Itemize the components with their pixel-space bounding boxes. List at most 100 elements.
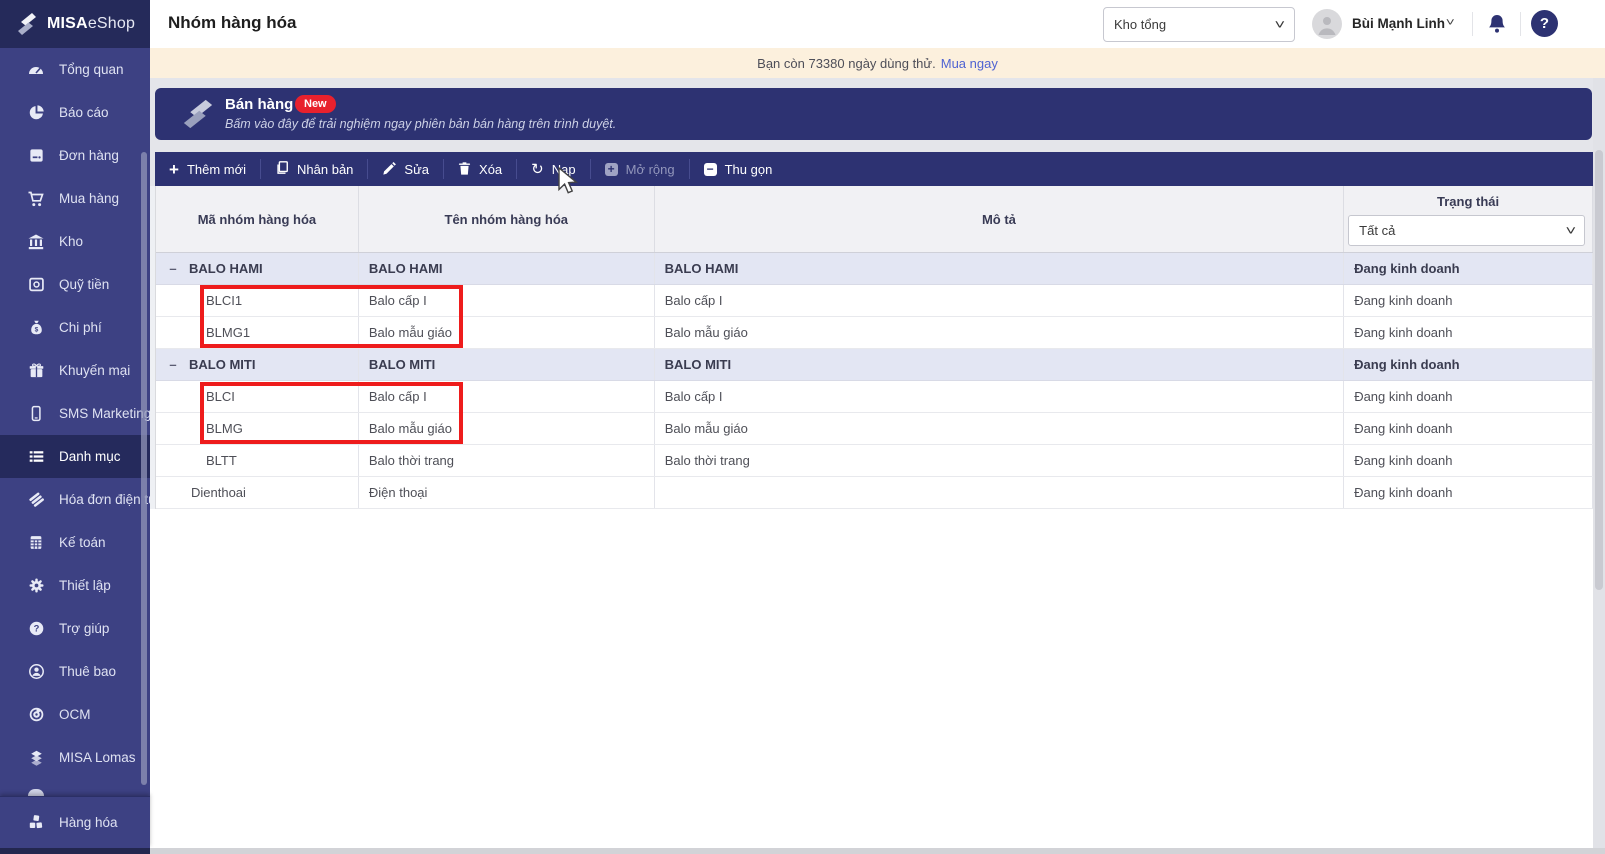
table-row[interactable]: Dienthoai Điện thoại Đang kinh doanh <box>156 477 1593 509</box>
collapse-icon[interactable]: – <box>167 357 179 372</box>
banner-title: Bán hàng <box>225 96 294 113</box>
svg-text:?: ? <box>33 624 39 635</box>
sidebar-item-thiet-lap[interactable]: Thiết lập <box>0 564 150 607</box>
trial-text: Bạn còn 73380 ngày dùng thử. <box>757 55 936 71</box>
lomas-layers-icon <box>26 749 46 767</box>
edit-button[interactable]: Sửa <box>368 152 443 186</box>
sidebar-scrollbar[interactable] <box>141 152 147 785</box>
brand-logo[interactable]: MISAeShop <box>0 0 150 48</box>
sidebar-item-sms-marketing[interactable]: SMS Marketing <box>0 392 151 435</box>
toolbar: + Thêm mới Nhân bản Sửa Xóa ↻ Nạp + Mở r… <box>155 152 1595 186</box>
table-row[interactable]: BLMG1 Balo mẫu giáo Balo mẫu giáo Đang k… <box>156 317 1594 349</box>
warehouse-select[interactable]: Kho tổng ˅ <box>1103 7 1295 42</box>
page-scrollbar-thumb[interactable] <box>1595 150 1603 590</box>
plus-square-icon: + <box>604 162 618 176</box>
column-header-code[interactable]: Mã nhóm hàng hóa <box>156 186 359 252</box>
table-row[interactable]: BLTT Balo thời trang Balo thời trang Đan… <box>156 445 1594 477</box>
minus-square-icon: − <box>703 162 717 176</box>
help-button[interactable]: ? <box>1531 10 1558 37</box>
new-badge: New <box>295 95 336 113</box>
table-row[interactable]: BLMG Balo mẫu giáo Balo mẫu giáo Đang ki… <box>156 413 1594 445</box>
table-row[interactable]: BLCI1 Balo cấp I Balo cấp I Đang kinh do… <box>156 285 1594 317</box>
sidebar-item-don-hang[interactable]: Đơn hàng <box>0 134 150 177</box>
brand-text-light: eShop <box>87 15 136 32</box>
delete-button[interactable]: Xóa <box>444 152 516 186</box>
column-header-name[interactable]: Tên nhóm hàng hóa <box>359 186 655 252</box>
status-filter-select[interactable]: Tất cả ˅ <box>1348 215 1586 246</box>
status-cell: Đang kinh doanh <box>1344 253 1593 284</box>
table-row[interactable]: – BALO MITI BALO MITI BALO MITI Đang kinh… <box>156 349 1593 381</box>
chevron-down-icon: ˅ <box>1274 17 1286 32</box>
page-title: Nhóm hàng hóa <box>168 13 297 32</box>
sidebar-item-bao-cao[interactable]: Báo cáo <box>0 91 150 134</box>
promotion-gift-icon <box>26 362 46 380</box>
collapse-all-button[interactable]: − Thu gọn <box>690 152 787 186</box>
sidebar-item-danh-muc[interactable]: Danh mục <box>0 435 150 478</box>
duplicate-icon <box>275 160 289 178</box>
ocm-swirl-icon <box>26 706 46 724</box>
header-divider <box>1520 12 1521 36</box>
reload-button[interactable]: ↻ Nạp <box>517 152 589 186</box>
collapse-icon[interactable]: – <box>167 261 179 276</box>
table-row[interactable]: BLCI Balo cấp I Balo cấp I Đang kinh doa… <box>156 381 1594 413</box>
help-icon: ? <box>26 620 46 638</box>
sidebar-item-ke-toan[interactable]: Kế toán <box>0 521 150 564</box>
product-group-table: Mã nhóm hàng hóa Tên nhóm hàng hóa Mô tả… <box>155 186 1594 509</box>
dashboard-icon <box>26 61 46 79</box>
sidebar-item-khuyen-mai[interactable]: Khuyến mại <box>0 349 150 392</box>
sidebar-item-kho[interactable]: Kho <box>0 220 150 263</box>
banner-subtitle: Bấm vào đây để trải nghiệm ngay phiên bả… <box>225 117 617 131</box>
status-cell: Đang kinh doanh <box>1344 285 1594 316</box>
partial-scrolled-icon <box>28 789 44 796</box>
avatar[interactable] <box>1312 9 1342 39</box>
column-header-description[interactable]: Mô tả <box>655 186 1345 252</box>
user-name: Bùi Mạnh Linh <box>1352 16 1445 31</box>
table-header: Mã nhóm hàng hóa Tên nhóm hàng hóa Mô tả… <box>156 186 1593 253</box>
misa-banner-logo-icon <box>181 96 215 137</box>
bottom-edge-sidebar <box>0 848 150 854</box>
refresh-icon: ↻ <box>531 160 544 178</box>
settings-gear-icon <box>26 577 46 595</box>
sidebar-item-ocm[interactable]: OCM <box>0 693 150 736</box>
misa-logo-icon <box>18 13 36 35</box>
sidebar-item-misa-lomas[interactable]: MISA Lomas <box>0 736 150 779</box>
sidebar-item-thue-bao[interactable]: Thuê bao <box>0 650 150 693</box>
sidebar-item-mua-hang[interactable]: Mua hàng <box>0 177 150 220</box>
status-cell: Đang kinh doanh <box>1344 317 1594 348</box>
warehouse-select-value: Kho tổng <box>1114 17 1167 32</box>
sidebar-item-hang-hoa[interactable]: Hàng hóa <box>0 797 150 847</box>
status-cell: Đang kinh doanh <box>1344 477 1593 508</box>
accounting-calculator-icon <box>26 534 46 552</box>
expand-all-button[interactable]: + Mở rộng <box>591 152 689 186</box>
user-menu-chevron-icon[interactable]: ˅ <box>1446 17 1455 29</box>
duplicate-button[interactable]: Nhân bản <box>261 152 367 186</box>
brand-text-bold: MISA <box>47 15 88 32</box>
trash-icon <box>458 161 471 178</box>
sidebar-item-tong-quan[interactable]: Tổng quan <box>0 48 150 91</box>
sidebar-item-tro-giup[interactable]: ? Trợ giúp <box>0 607 150 650</box>
chevron-down-icon: ˅ <box>1565 223 1576 238</box>
status-cell: Đang kinh doanh <box>1344 381 1594 412</box>
einvoice-icon <box>26 491 46 509</box>
trial-notice-bar: Bạn còn 73380 ngày dùng thử. Mua ngay <box>150 48 1605 78</box>
status-cell: Đang kinh doanh <box>1344 413 1594 444</box>
svg-text:$: $ <box>34 326 38 333</box>
pencil-icon <box>382 161 397 178</box>
purchase-cart-icon <box>26 190 46 208</box>
sidebar-item-hoa-don-dien-tu[interactable]: Hóa đơn điện tử <box>0 478 157 521</box>
add-button[interactable]: + Thêm mới <box>155 152 260 186</box>
sms-phone-icon <box>26 405 46 423</box>
sales-banner[interactable]: Bán hàng New Bấm vào đây để trải nghiệm … <box>155 88 1592 140</box>
sidebar-item-quy-tien[interactable]: Quỹ tiền <box>0 263 150 306</box>
goods-cubes-icon <box>26 813 46 831</box>
buy-now-link[interactable]: Mua ngay <box>941 56 998 71</box>
top-header: Nhóm hàng hóa Kho tổng ˅ Bùi Mạnh Linh ˅… <box>150 0 1605 48</box>
header-divider <box>1472 12 1473 36</box>
orders-icon <box>26 147 46 165</box>
notification-bell-icon[interactable] <box>1485 12 1509 36</box>
sidebar-item-chi-phi[interactable]: $ Chi phí <box>0 306 150 349</box>
sidebar-nav: Tổng quan Báo cáo Đơn hàng Mua hàng Kho … <box>0 48 157 779</box>
status-filter-value: Tất cả <box>1359 223 1396 238</box>
table-row[interactable]: – BALO HAMI BALO HAMI BALO HAMI Đang kinh… <box>156 253 1593 285</box>
report-icon <box>26 104 46 122</box>
